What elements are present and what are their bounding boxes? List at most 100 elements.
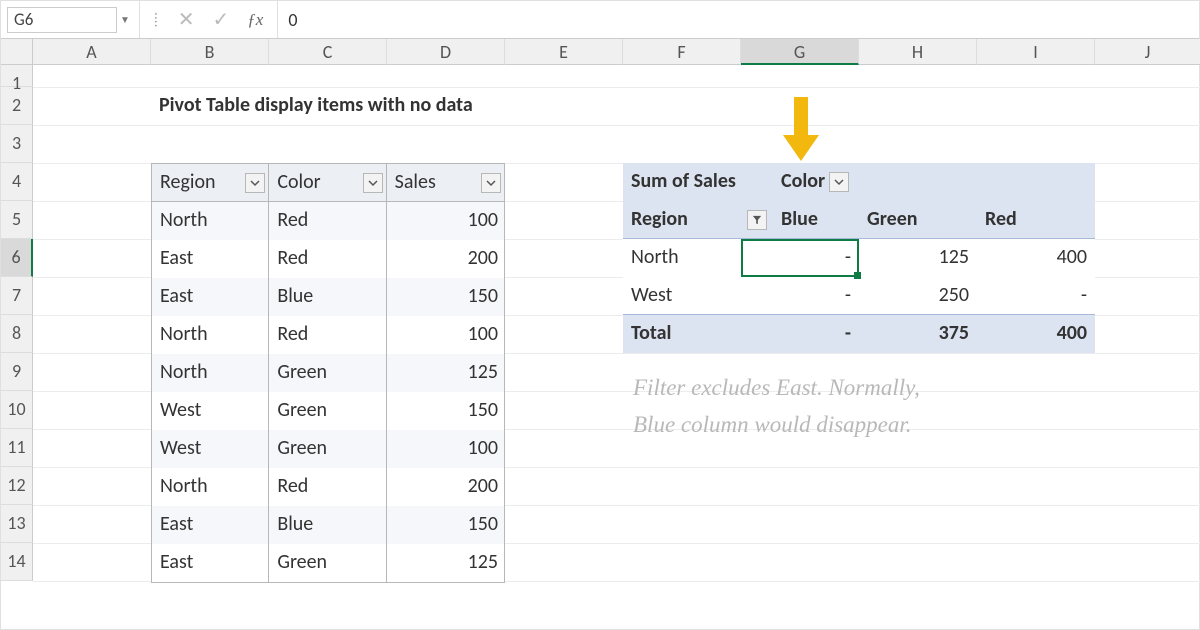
accept-icon[interactable]: ✓ [213,7,230,32]
table-cell[interactable]: North [152,354,269,392]
pivot-table: Sum of Sales Color Region Blue Green Red… [623,163,1095,353]
chevron-down-icon[interactable] [481,173,501,193]
table-cell[interactable]: 100 [387,202,504,240]
row-header[interactable]: 11 [1,429,33,467]
table-header: Sales [387,164,504,201]
source-table: Region Color Sales NorthRed100EastRed200… [151,163,505,583]
table-header-row: Region Color Sales [152,164,504,202]
namebox-dropdown-icon[interactable]: ▼ [117,13,133,26]
row-header[interactable]: 13 [1,505,33,543]
table-cell[interactable]: Red [269,316,386,354]
table-cell[interactable]: 150 [387,506,504,544]
formula-handle-icon[interactable]: ⁞ [154,11,160,28]
table-cell[interactable]: 150 [387,278,504,316]
table-header: Color [269,164,386,201]
chevron-down-icon[interactable] [245,173,265,193]
annotation-arrow-icon [779,95,825,165]
table-row: EastGreen125 [152,544,504,582]
col-header[interactable]: I [977,39,1095,65]
row-header[interactable]: 6 [1,239,33,277]
row-header[interactable]: 12 [1,467,33,505]
row-header[interactable]: 8 [1,315,33,353]
table-cell[interactable]: West [152,392,269,430]
col-header[interactable]: E [505,39,623,65]
table-row: EastBlue150 [152,278,504,316]
pivot-value[interactable]: 250 [859,277,977,314]
table-row: WestGreen100 [152,430,504,468]
table-cell[interactable]: 125 [387,354,504,392]
table-cell[interactable]: North [152,316,269,354]
table-cell[interactable]: Green [269,354,386,392]
table-row: EastRed200 [152,240,504,278]
pivot-value[interactable]: - [773,277,859,314]
table-cell[interactable]: North [152,202,269,240]
formula-bar: ▼ ⁞ ✕ ✓ ƒx [1,1,1199,39]
row-header[interactable]: 10 [1,391,33,429]
row-header[interactable]: 4 [1,163,33,201]
pivot-value[interactable]: 125 [859,239,977,277]
table-cell[interactable]: 100 [387,316,504,354]
chevron-down-icon[interactable] [363,173,383,193]
table-cell[interactable]: Green [269,392,386,430]
col-header[interactable]: D [387,39,505,65]
pivot-row-field-label: Region [623,201,773,238]
col-header[interactable]: G [741,39,859,65]
pivot-values-label: Sum of Sales [623,163,773,201]
col-header[interactable]: B [151,39,269,65]
pivot-total-value: 400 [977,315,1095,353]
row-header[interactable]: 1 [1,65,33,87]
pivot-total-label: Total [623,315,773,353]
table-header: Region [152,164,269,201]
table-row: NorthRed100 [152,316,504,354]
table-cell[interactable]: Blue [269,278,386,316]
row-header[interactable]: 14 [1,543,33,581]
row-header[interactable]: 7 [1,277,33,315]
table-cell[interactable]: 150 [387,392,504,430]
page-title: Pivot Table display items with no data [151,87,481,117]
table-cell[interactable]: Red [269,202,386,240]
pivot-value[interactable]: - [773,239,859,277]
table-cell[interactable]: 100 [387,430,504,468]
table-row: WestGreen150 [152,392,504,430]
namebox[interactable] [7,7,117,33]
table-cell[interactable]: West [152,430,269,468]
table-cell[interactable]: Red [269,240,386,278]
table-cell[interactable]: North [152,468,269,506]
table-cell[interactable]: 200 [387,240,504,278]
table-cell[interactable]: East [152,544,269,582]
table-cell[interactable]: Green [269,430,386,468]
table-cell[interactable]: East [152,278,269,316]
pivot-col-header: Red [977,201,1095,238]
table-row: NorthRed100 [152,202,504,240]
table-cell[interactable]: East [152,240,269,278]
table-cell[interactable]: Red [269,468,386,506]
table-cell[interactable]: 125 [387,544,504,582]
pivot-value[interactable]: - [977,277,1095,314]
col-header[interactable]: C [269,39,387,65]
table-row: NorthGreen125 [152,354,504,392]
pivot-col-header: Blue [773,201,859,238]
fx-icon[interactable]: ƒx [247,10,263,30]
col-header[interactable]: F [623,39,741,65]
pivot-col-header: Green [859,201,977,238]
row-headers: 1 2 3 4 5 6 7 8 9 10 11 12 13 14 [1,65,33,581]
select-all-corner[interactable] [1,39,33,65]
table-cell[interactable]: Green [269,544,386,582]
table-cell[interactable]: Blue [269,506,386,544]
pivot-row-label: North [623,239,773,277]
filter-icon[interactable] [747,210,767,230]
row-header[interactable]: 5 [1,201,33,239]
col-header[interactable]: H [859,39,977,65]
pivot-col-field-label: Color [773,163,851,201]
row-header[interactable]: 3 [1,125,33,163]
formula-input[interactable] [278,1,1199,38]
table-cell[interactable]: East [152,506,269,544]
col-header[interactable]: J [1095,39,1200,65]
table-cell[interactable]: 200 [387,468,504,506]
chevron-down-icon[interactable] [829,172,849,192]
row-header[interactable]: 9 [1,353,33,391]
pivot-total-value: 375 [859,315,977,353]
cancel-icon[interactable]: ✕ [178,7,195,32]
col-header[interactable]: A [33,39,151,65]
pivot-value[interactable]: 400 [977,239,1095,277]
